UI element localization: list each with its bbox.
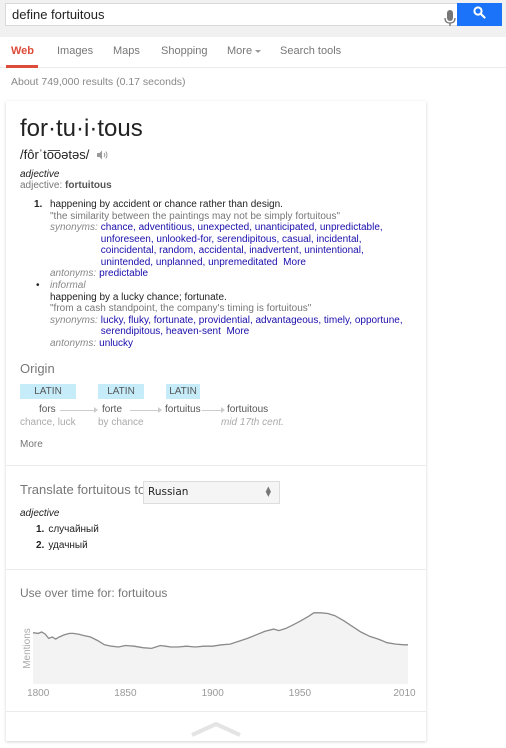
speaker-icon[interactable] xyxy=(97,148,109,163)
example: "the similarity between the paintings ma… xyxy=(50,210,341,222)
microphone-icon[interactable] xyxy=(443,10,457,28)
search-header xyxy=(0,0,506,37)
collapse-button[interactable] xyxy=(6,713,426,741)
origin-word: fortuitus xyxy=(165,404,201,415)
synonyms-list[interactable]: chance, adventitious, unexpected, unanti… xyxy=(101,222,416,268)
pronunciation-text: /fôrˈto͞oətəs/ xyxy=(20,147,90,162)
origin-gloss: mid 17th cent. xyxy=(221,417,284,428)
antonyms-label: antonyms: xyxy=(50,268,97,279)
synonyms-row: synonyms: chance, adventitious, unexpect… xyxy=(50,222,416,268)
word-form-label: adjective: xyxy=(20,180,63,191)
origin-more-link[interactable]: More xyxy=(20,439,43,450)
x-tick-label: 1850 xyxy=(114,688,137,699)
chevron-up-icon xyxy=(191,721,241,737)
pronunciation: /fôrˈto͞oətəs/ xyxy=(20,147,109,163)
dictionary-card: for·tu·i·tous /fôrˈto͞oətəs/ adjective a… xyxy=(6,101,426,741)
tab-maps[interactable]: Maps xyxy=(113,45,140,57)
origin-language-tag: LATIN xyxy=(166,384,200,399)
origin-gloss: chance, luck xyxy=(20,417,76,428)
tab-more-label: More xyxy=(227,45,253,57)
tab-search-tools[interactable]: Search tools xyxy=(280,45,341,57)
translate-language-select[interactable]: Russian ▲ ▼ xyxy=(143,481,280,504)
word-form-value: fortuitous xyxy=(65,180,112,191)
antonyms-list[interactable]: unlucky xyxy=(99,338,133,350)
search-box[interactable] xyxy=(5,3,457,26)
antonyms-row: antonyms: unlucky xyxy=(50,338,416,350)
synonyms-row: synonyms: lucky, fluky, fortunate, provi… xyxy=(50,315,416,338)
synonyms-list[interactable]: lucky, fluky, fortunate, providential, a… xyxy=(101,315,416,338)
search-button[interactable] xyxy=(457,3,502,26)
origin-gloss: by chance xyxy=(98,417,144,428)
magnifier-icon xyxy=(473,5,486,24)
word-form: adjective: fortuitous xyxy=(20,180,112,191)
antonyms-list[interactable]: predictable xyxy=(99,268,148,280)
x-tick-label: 1950 xyxy=(289,688,312,699)
section-divider xyxy=(6,711,426,712)
dropdown-caret-icon xyxy=(255,49,262,53)
synonyms-label: synonyms: xyxy=(50,314,98,326)
synonyms-more-link[interactable]: More xyxy=(226,326,249,337)
section-divider xyxy=(6,569,426,570)
synonyms-text[interactable]: chance, adventitious, unexpected, unanti… xyxy=(101,222,383,268)
origin-word: fortuitous xyxy=(227,404,269,415)
usage-chart: Mentions 1800 1850 1900 1950 2010 xyxy=(22,612,416,699)
sense-bullet: • xyxy=(36,280,40,291)
part-of-speech: adjective xyxy=(20,169,60,180)
origin-title: Origin xyxy=(20,361,55,376)
origin-word: fors xyxy=(39,404,56,415)
origin-language-tag: LATIN xyxy=(98,384,144,399)
section-divider xyxy=(6,465,426,466)
translation-item: 1. случайный xyxy=(36,524,99,535)
synonyms-label: synonyms: xyxy=(50,222,98,233)
headword: for·tu·i·tous xyxy=(20,115,143,142)
translation-number: 1. xyxy=(36,524,45,535)
selected-language: Russian xyxy=(148,486,189,498)
tab-more[interactable]: More xyxy=(227,45,262,57)
sense-number: 1. xyxy=(34,199,43,210)
sense-1: 1. happening by accident or chance rathe… xyxy=(34,199,416,280)
select-arrows-icon: ▲ ▼ xyxy=(265,485,271,498)
sense-2: • informal happening by a lucky chance; … xyxy=(36,280,416,349)
register-label: informal xyxy=(50,280,86,291)
definition: happening by a lucky chance; fortunate. xyxy=(50,291,227,303)
example: "from a cash standpoint, the company's t… xyxy=(50,303,312,314)
result-stats: About 749,000 results (0.17 seconds) xyxy=(11,76,186,88)
origin-arrow xyxy=(202,407,225,413)
antonyms-row: antonyms: predictable xyxy=(50,268,416,280)
origin-language-tag: LATIN xyxy=(20,384,76,399)
origin-arrow xyxy=(60,407,98,413)
translation-number: 2. xyxy=(36,540,45,551)
origin-word: forte xyxy=(102,404,123,415)
translation-text: случайный xyxy=(48,524,99,535)
active-tab-indicator xyxy=(6,65,38,68)
tab-images[interactable]: Images xyxy=(57,45,93,57)
tab-shopping[interactable]: Shopping xyxy=(161,45,208,57)
tab-web[interactable]: Web xyxy=(11,45,34,57)
synonyms-text[interactable]: lucky, fluky, fortunate, providential, a… xyxy=(101,315,403,338)
translate-part-of-speech: adjective xyxy=(20,508,60,519)
x-tick-label: 2010 xyxy=(393,688,416,699)
x-tick-label: 1800 xyxy=(27,688,50,699)
antonyms-label: antonyms: xyxy=(50,337,97,349)
chart-title: Use over time for: fortuitous xyxy=(20,586,168,600)
y-axis-label: Mentions xyxy=(22,628,33,669)
search-tabs: Web Images Maps Shopping More Search too… xyxy=(0,37,506,68)
translation-text: удачный xyxy=(48,540,88,551)
x-tick-label: 1900 xyxy=(202,688,225,699)
translate-label: Translate fortuitous to xyxy=(20,482,146,497)
search-input[interactable] xyxy=(12,7,412,22)
origin-arrow xyxy=(130,407,162,413)
definition: happening by accident or chance rather t… xyxy=(50,199,283,210)
usage-area xyxy=(33,612,408,684)
synonyms-more-link[interactable]: More xyxy=(283,257,306,268)
translation-item: 2. удачный xyxy=(36,540,88,551)
